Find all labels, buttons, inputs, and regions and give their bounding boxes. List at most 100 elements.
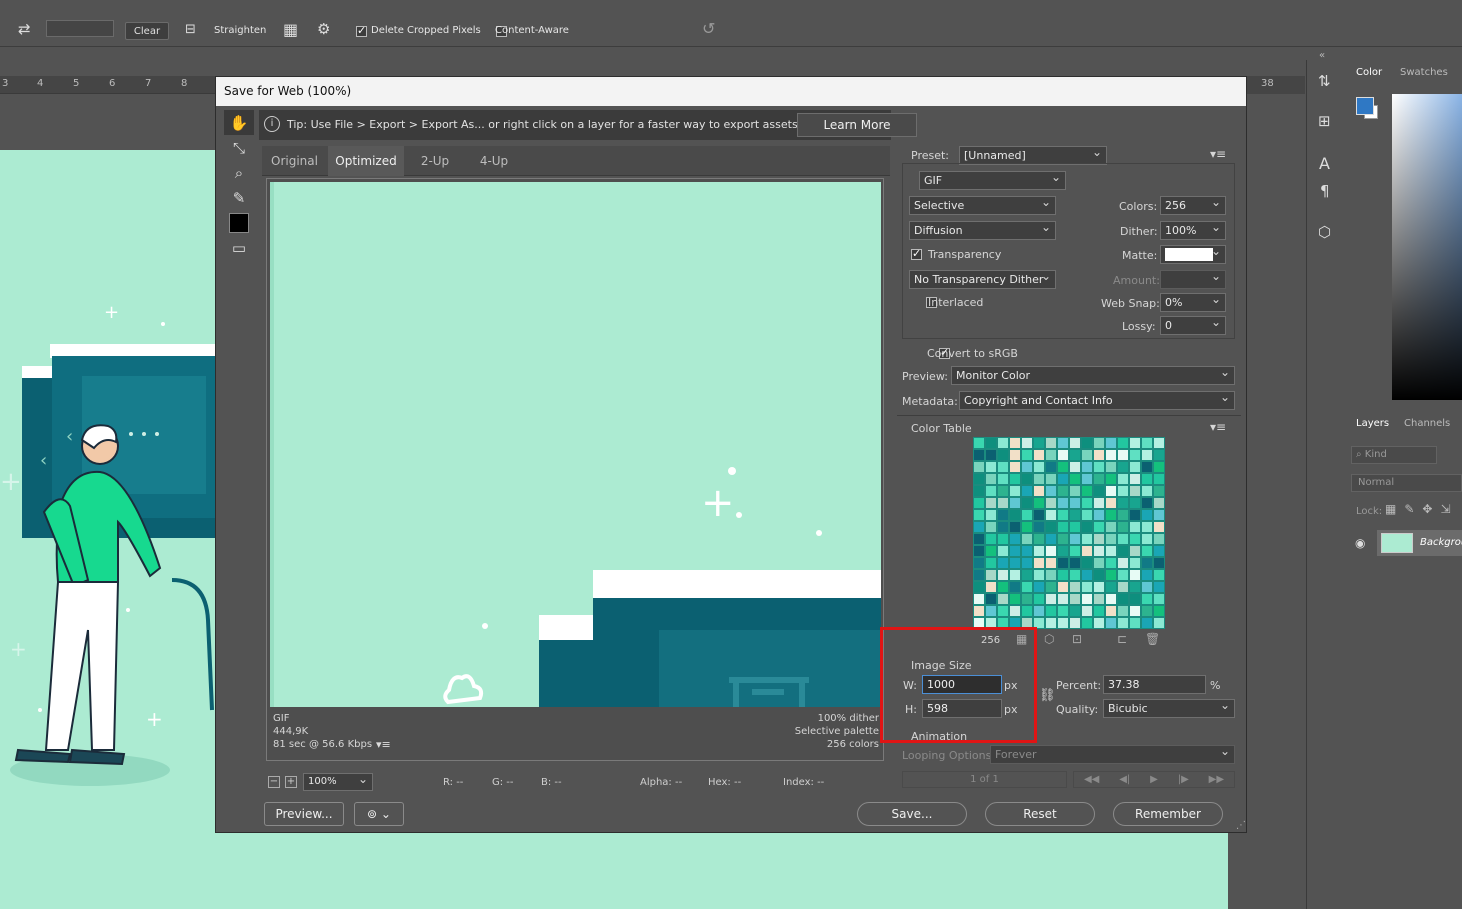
reset-crop-icon[interactable]: ↺ [702,19,715,38]
color-swatch [1154,582,1164,592]
slice-select-tool-icon[interactable]: ⤡ [224,135,254,160]
browser-preview-button[interactable]: ⊚ ⌄ [354,802,404,826]
swap-icon[interactable]: ⇄ [18,20,31,38]
lock-icons[interactable]: ▦✎✥⇲ [1385,502,1459,516]
color-swatch [1142,486,1152,496]
delete-cropped-checkbox[interactable] [356,24,367,37]
blend-mode-select[interactable]: Normal [1351,474,1462,492]
character-icon[interactable]: A [1319,154,1330,173]
play-icon[interactable]: ▶ [1150,774,1158,785]
quality-select[interactable]: Bicubic [1103,699,1235,718]
color-swatch [1142,522,1152,532]
adjustments-icon[interactable]: ⊞ [1318,112,1331,130]
colors-select[interactable]: 256 [1160,196,1226,215]
foreground-color-swatch[interactable] [1356,97,1374,115]
matte-select[interactable] [1160,245,1226,264]
color-picker-field[interactable] [1392,94,1462,400]
color-swatch [998,474,1008,484]
color-swatch [1130,462,1140,472]
transparency-checkbox[interactable] [911,247,922,260]
color-swatch [1130,570,1140,580]
ruler-tick: 3 [2,78,9,89]
new-color-icon[interactable]: ⊏ [1117,632,1127,646]
color-swatch [1154,522,1164,532]
previous-frame-icon[interactable]: ◀| [1119,774,1130,785]
status-r: R: -- [443,777,464,788]
color-table-grid[interactable] [973,437,1165,629]
tab-original[interactable]: Original [262,146,327,176]
tab-swatches[interactable]: Swatches [1400,67,1448,78]
paragraph-icon[interactable]: ¶ [1320,182,1330,200]
optimized-preview-image[interactable]: + [270,182,881,707]
download-speed-menu-icon[interactable]: ▾≡ [376,738,391,751]
collapse-icon[interactable]: « [1319,50,1325,61]
color-swatch [1094,510,1104,520]
preview-profile-select[interactable]: Monitor Color [951,366,1235,385]
next-frame-icon[interactable]: |▶ [1178,774,1189,785]
straighten-icon[interactable]: ⊟ [185,22,196,37]
percent-input[interactable]: 37.38 [1103,675,1206,694]
panel-icon-strip: « ⇅ ⊞ A ¶ ⬡ [1306,50,1346,909]
toggle-slices-icon[interactable]: ▭ [224,235,254,260]
web-snap-select[interactable]: 0% [1160,293,1226,312]
color-reduction-select[interactable]: Selective [909,196,1056,215]
metadata-select[interactable]: Copyright and Contact Info [959,391,1235,410]
optimize-menu-icon[interactable]: ▾≡ [1210,147,1226,161]
colors-label: Colors: [1119,200,1158,213]
remember-button[interactable]: Remember [1113,802,1223,826]
last-frame-icon[interactable]: ▶▶ [1209,774,1224,785]
lossy-select[interactable]: 0 [1160,316,1226,335]
eye-visibility-icon[interactable]: ◉ [1355,536,1365,550]
resize-grip-icon[interactable]: ⋰ [1236,820,1246,831]
color-swatch [1046,450,1056,460]
constrain-proportions-link-icon[interactable]: ⛓ [1039,688,1056,703]
highlight-box [880,627,1037,743]
dither-algorithm-select[interactable]: Diffusion [909,221,1056,240]
history-icon[interactable]: ⇅ [1318,72,1331,90]
save-button[interactable]: Save... [857,802,967,826]
color-swatch [1094,522,1104,532]
color-swatch [1154,570,1164,580]
layer-thumbnail [1381,533,1413,553]
hand-tool-icon[interactable]: ✋ [224,110,254,135]
color-swatch [1142,570,1152,580]
tab-2-up[interactable]: 2-Up [410,146,460,176]
trash-icon[interactable]: 🗑 [1145,632,1160,646]
gear-icon[interactable]: ⚙ [317,20,330,38]
grid-overlay-icon[interactable]: ▦ [283,20,298,39]
zoom-level-select[interactable]: 100% [303,773,373,791]
tab-optimized[interactable]: Optimized [328,146,404,176]
layer-kind-filter[interactable]: ⌕ Kind [1351,446,1437,464]
color-swatch [1082,486,1092,496]
reset-button[interactable]: Reset [985,802,1095,826]
color-swatch [986,534,996,544]
preview-button[interactable]: Preview... [264,802,344,826]
lock-color-icon[interactable]: ⊡ [1072,632,1082,646]
color-swatch [1142,558,1152,568]
dither-select[interactable]: 100% [1160,221,1226,240]
clear-button[interactable]: Clear [125,22,169,40]
zoom-out-icon[interactable]: − [268,776,280,788]
web-shift-icon[interactable]: ⬡ [1044,632,1054,646]
tab-layers[interactable]: Layers [1356,418,1389,429]
color-swatch [1010,510,1020,520]
tab-4-up[interactable]: 4-Up [466,146,522,176]
tab-channels[interactable]: Channels [1404,418,1450,429]
color-swatch [1058,510,1068,520]
3d-icon[interactable]: ⬡ [1318,223,1331,241]
color-swatch [1082,582,1092,592]
zoom-in-icon[interactable]: + [285,776,297,788]
transparency-dither-select[interactable]: No Transparency Dither [909,270,1056,289]
color-swatch [1058,438,1068,448]
format-select[interactable]: GIF [919,171,1066,190]
first-frame-icon[interactable]: ◀◀ [1084,774,1099,785]
layer-row-background[interactable]: Backgrou [1377,530,1462,556]
eyedropper-color-swatch[interactable] [224,210,254,235]
learn-more-button[interactable]: Learn More [797,113,917,137]
color-swatch [1022,570,1032,580]
eyedropper-tool-icon[interactable]: ✎ [224,185,254,210]
ratio-field[interactable] [46,20,114,37]
color-table-menu-icon[interactable]: ▾≡ [1210,420,1226,434]
zoom-tool-icon[interactable]: ⌕ [224,160,254,185]
tab-color[interactable]: Color [1356,67,1382,78]
